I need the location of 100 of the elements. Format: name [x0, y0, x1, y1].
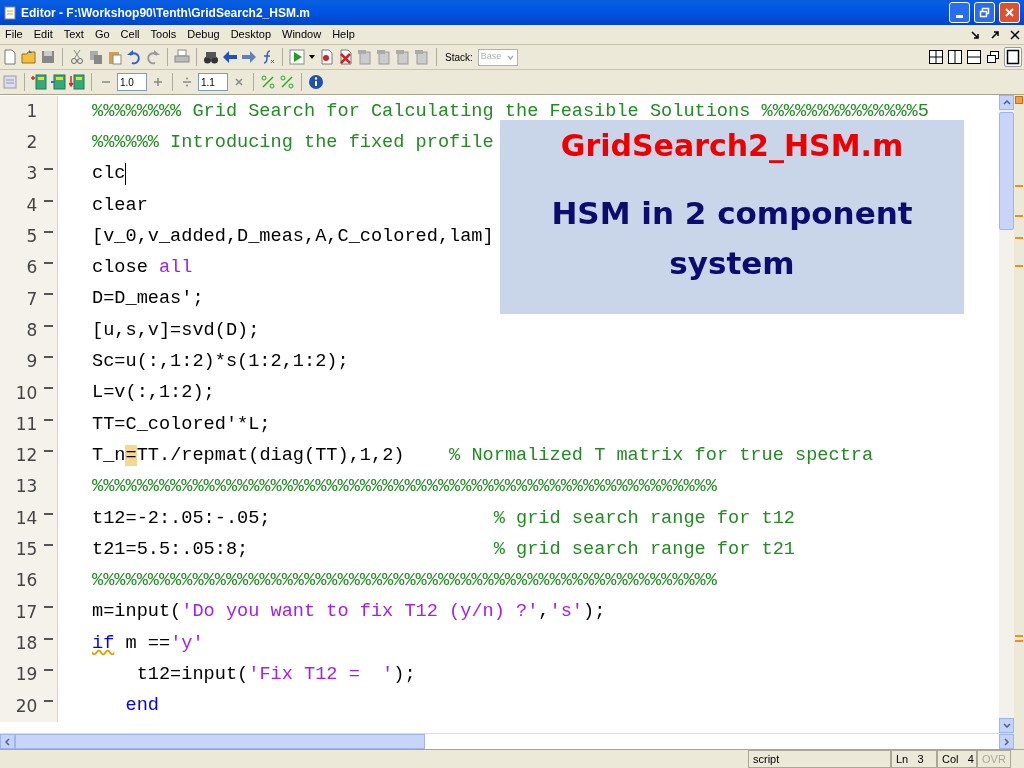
- code-line: %%%%%%%%%%%%%%%%%%%%%%%%%%%%%%%%%%%%%%%%%%%%%%%%%%%%%%%%: [92, 475, 717, 500]
- menu-item[interactable]: Window: [281, 26, 323, 43]
- menu-item[interactable]: Cell: [119, 26, 141, 43]
- line-number: 18: [14, 631, 38, 655]
- menu-item[interactable]: File: [4, 26, 24, 43]
- code-line: L=v(:,1:2);: [92, 381, 215, 406]
- menu-item[interactable]: Edit: [32, 26, 54, 43]
- restore-button[interactable]: [974, 2, 995, 23]
- line-number: 20: [14, 694, 38, 718]
- line-number: 5: [25, 225, 38, 249]
- code-line: close all: [92, 256, 193, 281]
- code-line: T_n=TT./repmat(diag(TT),1,2) % Normalized T matrix for true spectra: [92, 443, 874, 468]
- line-number: 4: [25, 193, 38, 217]
- line-number: 12: [14, 444, 38, 468]
- code-line: clc: [92, 162, 126, 187]
- warning-mark[interactable]: [1015, 96, 1023, 104]
- redo-icon[interactable]: [145, 49, 161, 65]
- undock-arrow-icon[interactable]: [990, 29, 1000, 40]
- vertical-scrollbar[interactable]: [999, 95, 1014, 733]
- forward-arrow-icon[interactable]: [241, 49, 257, 65]
- step-icon[interactable]: [395, 49, 411, 65]
- maximize-layout-button[interactable]: [1004, 47, 1022, 67]
- code-line: D=D_meas';: [92, 287, 204, 312]
- code-line: [v_0,v_added,D_meas,A,C_colored,lam]: [92, 224, 494, 249]
- file-type-label: script: [748, 750, 891, 768]
- cell-mode-icon[interactable]: [2, 74, 18, 90]
- evaluate-cell-icon[interactable]: [50, 74, 66, 90]
- overlay-title: GridSearch2_HSM.m: [560, 127, 904, 165]
- step-icon[interactable]: [376, 49, 392, 65]
- line-number: 7: [25, 287, 38, 311]
- code-line: [u,s,v]=svd(D);: [92, 318, 260, 343]
- dock-arrow-icon[interactable]: [970, 29, 980, 40]
- line-number: 3: [25, 162, 38, 186]
- line-number: 9: [25, 350, 38, 374]
- menu-item[interactable]: Desktop: [229, 26, 272, 43]
- line-number: 2: [25, 131, 38, 155]
- two-columns-icon[interactable]: [947, 49, 963, 65]
- menu-item[interactable]: Tools: [149, 26, 178, 43]
- code-line: %%%%%% Introducing the fixed profile: [92, 131, 494, 155]
- code-line: Sc=u(:,1:2)*s(1:2,1:2);: [92, 350, 349, 375]
- scroll-thumb[interactable]: [999, 112, 1014, 230]
- clear-breakpoints-icon[interactable]: [338, 49, 354, 65]
- percent-icon[interactable]: [260, 74, 276, 90]
- line-number: 15: [14, 538, 38, 562]
- close-icon[interactable]: [1010, 29, 1020, 40]
- two-rows-icon[interactable]: [966, 49, 982, 65]
- scroll-right-button[interactable]: [999, 734, 1014, 749]
- back-arrow-icon[interactable]: [222, 49, 238, 65]
- menu-item[interactable]: Go: [93, 26, 111, 43]
- insert-cell-icon[interactable]: [31, 74, 47, 90]
- overlay-subtitle: HSM in 2 component system: [550, 194, 914, 283]
- window-title: Editor - F:\Workshop90\Tenth\GridSearch2_HSM.m: [21, 4, 311, 22]
- column-indicator: Col 4: [937, 750, 977, 768]
- scroll-left-button[interactable]: [0, 734, 15, 749]
- code-line: if m =='y': [92, 631, 204, 656]
- line-number: 14: [14, 506, 38, 530]
- step-icon[interactable]: [414, 49, 430, 65]
- number-field[interactable]: 1.1: [198, 73, 228, 91]
- close-button[interactable]: [999, 2, 1020, 23]
- four-panes-icon[interactable]: [928, 49, 944, 65]
- code-line: %%%%%%%% Grid Search for Calculating the Feasible Solutions %%%%%%%%%%%%%%5: [92, 99, 929, 124]
- copy-icon[interactable]: [88, 49, 104, 65]
- close-icon: [1004, 7, 1015, 18]
- line-number: 16: [14, 569, 38, 593]
- undo-icon[interactable]: [126, 49, 142, 65]
- info-icon[interactable]: [308, 74, 324, 90]
- open-folder-icon[interactable]: [21, 49, 37, 65]
- restore-icon: [979, 7, 990, 18]
- menu-item[interactable]: Text: [62, 26, 85, 43]
- code-line: m=input('Do you want to fix T12 (y/n) ?','s');: [92, 600, 606, 625]
- line-number: 10: [14, 381, 38, 405]
- binoculars-icon[interactable]: [203, 49, 219, 65]
- percent-icon[interactable]: [279, 74, 295, 90]
- menu-item[interactable]: Debug: [186, 26, 221, 43]
- new-file-icon[interactable]: [2, 49, 18, 65]
- float-windows-icon[interactable]: [985, 49, 1001, 65]
- number-field[interactable]: 1.0: [117, 73, 147, 91]
- menu-item[interactable]: Help: [331, 26, 356, 43]
- cut-icon[interactable]: [69, 49, 85, 65]
- code-line: %%%%%%%%%%%%%%%%%%%%%%%%%%%%%%%%%%%%%%%%%%%%%%%%%%%%%%%%: [92, 569, 717, 594]
- print-icon[interactable]: [174, 49, 190, 65]
- scroll-down-button[interactable]: [999, 718, 1014, 733]
- line-number: 17: [14, 600, 38, 624]
- save-icon[interactable]: [40, 49, 56, 65]
- line-number: 19: [14, 663, 38, 687]
- scroll-up-button[interactable]: [999, 95, 1014, 110]
- line-number: 11: [14, 412, 38, 436]
- line-indicator: Ln 3: [891, 750, 937, 768]
- next-cell-icon[interactable]: [69, 74, 85, 90]
- horizontal-scroll-thumb[interactable]: [15, 734, 425, 749]
- code-line: t12=input('Fix T12 = ');: [135, 663, 416, 688]
- code-line: TT=C_colored'*L;: [92, 412, 271, 437]
- code-line: t21=5.5:.05:8; % grid search range for t21: [92, 537, 795, 562]
- code-line: end: [124, 694, 159, 719]
- minimize-button[interactable]: [949, 2, 970, 23]
- code-line: clear: [92, 193, 148, 218]
- document-icon: [4, 5, 17, 20]
- line-number: 6: [25, 256, 38, 280]
- paste-icon[interactable]: [107, 49, 123, 65]
- set-breakpoint-icon[interactable]: [319, 49, 335, 65]
